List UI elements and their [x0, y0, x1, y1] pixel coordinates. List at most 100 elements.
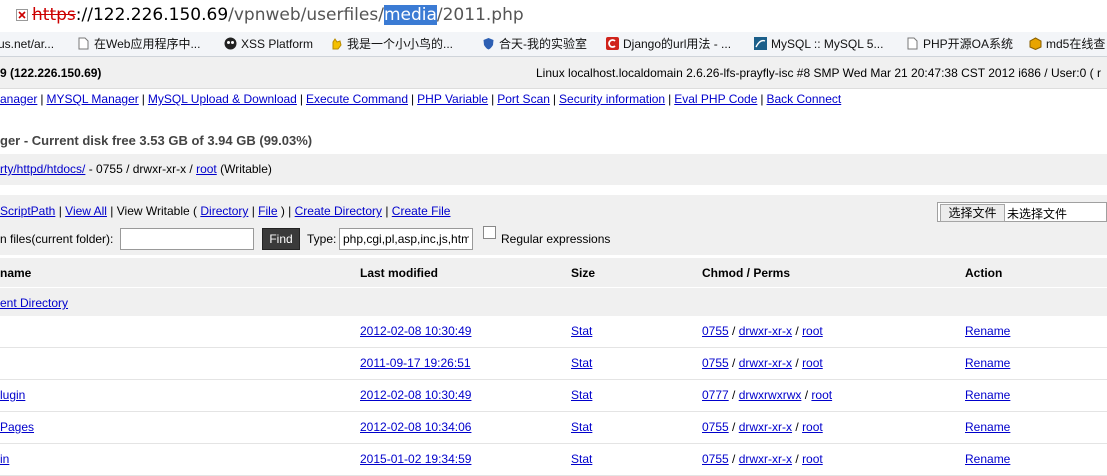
server-uname: Linux localhost.localdomain 2.6.26-lfs-p… [536, 66, 1101, 80]
header-last-modified: Last modified [360, 266, 439, 280]
skull-icon [224, 37, 237, 50]
bookmark-label: PHP开源OA系统 [923, 37, 1014, 51]
bookmark-7[interactable]: MySQL :: MySQL 5... [754, 35, 883, 53]
modified-link[interactable]: 2012-02-08 10:30:49 [360, 388, 471, 402]
nav-security-information[interactable]: Security information [559, 92, 665, 106]
table-row: 2012-02-08 10:30:49 Stat 0755 / drwxr-xr… [0, 316, 1107, 348]
view-writable-label: View Writable ( [116, 204, 198, 218]
table-row: Pages 2012-02-08 10:34:06 Stat 0755 / dr… [0, 412, 1107, 444]
current-path-bar: rty/httpd/htdocs/ - 0755 / drwxr-xr-x / … [0, 154, 1107, 185]
cube-icon [1029, 37, 1042, 50]
bookmark-6[interactable]: Django的url用法 - ... [606, 35, 731, 53]
red-c-icon [606, 37, 619, 50]
find-button[interactable]: Find [262, 228, 300, 250]
regex-label: Regular expressions [501, 232, 611, 246]
bookmark-9[interactable]: md5在线查 [1029, 35, 1105, 53]
script-path-link[interactable]: ScriptPath [0, 204, 55, 218]
header-perms: Chmod / Perms [702, 266, 791, 280]
nav-back-connect[interactable]: Back Connect [767, 92, 842, 106]
header-name: name [0, 266, 32, 280]
view-writable-file-link[interactable]: File [258, 204, 277, 218]
nav-execute-command[interactable]: Execute Command [306, 92, 408, 106]
bookmark-1[interactable]: us.net/ar... [0, 35, 54, 53]
nav-mysql-manager[interactable]: MYSQL Manager [47, 92, 139, 106]
view-writable-directory-link[interactable]: Directory [200, 204, 248, 218]
bookmark-label: XSS Platform [241, 37, 314, 51]
bookmark-label: Django的url用法 - ... [623, 37, 732, 51]
chmod-link[interactable]: 0777 [702, 388, 729, 402]
bookmark-label: 在Web应用程序中... [94, 37, 201, 51]
bookmark-3[interactable]: XSS Platform [224, 35, 313, 53]
view-options: ScriptPath | View All | View Writable ( … [0, 204, 451, 218]
bookmark-label: MySQL :: MySQL 5... [771, 37, 884, 51]
nav-mysql-upload[interactable]: MySQL Upload & Download [148, 92, 297, 106]
bookmark-label: md5在线查 [1046, 37, 1106, 51]
perm-link[interactable]: drwxr-xr-x [739, 324, 792, 338]
search-input[interactable] [120, 228, 254, 250]
file-table: name Last modified Size Chmod / Perms Ac… [0, 258, 1107, 476]
rename-link[interactable]: Rename [965, 420, 1010, 434]
nav-eval-php-code[interactable]: Eval PHP Code [674, 92, 757, 106]
nav-file-manager[interactable]: anager [0, 92, 37, 106]
bookmarks-bar: us.net/ar... 在Web应用程序中... XSS Platform 我… [0, 32, 1107, 57]
path-owner-link[interactable]: root [196, 162, 217, 176]
rename-link[interactable]: Rename [965, 324, 1010, 338]
main-nav: anager | MYSQL Manager | MySQL Upload & Down… [0, 92, 842, 106]
perm-link[interactable]: drwxr-xr-x [739, 356, 792, 370]
url-path: /vpnweb/userfiles/ [228, 5, 384, 25]
owner-link[interactable]: root [802, 356, 823, 370]
parent-directory-link[interactable]: ent Directory [0, 296, 68, 310]
url-text[interactable]: https://122.226.150.69/vpnweb/userfiles/… [32, 5, 524, 25]
address-bar[interactable]: https://122.226.150.69/vpnweb/userfiles/… [0, 0, 1107, 33]
owner-link[interactable]: root [802, 324, 823, 338]
owner-link[interactable]: root [802, 420, 823, 434]
owner-link[interactable]: root [811, 388, 832, 402]
stat-link[interactable]: Stat [571, 420, 592, 434]
bookmark-4[interactable]: 我是一个小小鸟的... [330, 35, 453, 53]
chmod-link[interactable]: 0755 [702, 356, 729, 370]
create-directory-link[interactable]: Create Directory [295, 204, 382, 218]
stat-link[interactable]: Stat [571, 388, 592, 402]
file-upload-input[interactable]: 选择文件 未选择文件 [937, 202, 1107, 222]
perm-link[interactable]: drwxr-xr-x [739, 420, 792, 434]
url-selection: media [383, 5, 437, 25]
tools-panel: ScriptPath | View All | View Writable ( … [0, 195, 1107, 255]
page-icon [78, 37, 89, 50]
perm-link[interactable]: drwxrwxrwx [739, 388, 802, 402]
page-title: ger - Current disk free 3.53 GB of 3.94 … [0, 133, 313, 148]
shield-icon [483, 38, 494, 50]
bookmark-2[interactable]: 在Web应用程序中... [77, 35, 200, 53]
choose-file-button[interactable]: 选择文件 [940, 204, 1005, 222]
rename-link[interactable]: Rename [965, 388, 1010, 402]
modified-link[interactable]: 2011-09-17 19:26:51 [360, 356, 471, 370]
path-writable: (Writable) [216, 162, 272, 176]
url-host: ://122.226.150.69 [75, 5, 229, 25]
modified-link[interactable]: 2012-02-08 10:34:06 [360, 420, 471, 434]
chmod-link[interactable]: 0755 [702, 324, 729, 338]
nav-port-scan[interactable]: Port Scan [497, 92, 550, 106]
bookmark-5[interactable]: 合天-我的实验室 [482, 35, 587, 53]
path-perm: - 0755 / drwxr-xr-x / [85, 162, 197, 176]
file-name-link[interactable]: lugin [0, 388, 25, 402]
rename-link[interactable]: Rename [965, 356, 1010, 370]
table-header: name Last modified Size Chmod / Perms Ac… [0, 258, 1107, 287]
view-all-link[interactable]: View All [65, 204, 107, 218]
bookmark-label: 合天-我的实验室 [499, 37, 587, 51]
search-label: n files(current folder): [0, 232, 114, 246]
mysql-icon [754, 37, 767, 50]
stat-link[interactable]: Stat [571, 356, 592, 370]
nav-php-variable[interactable]: PHP Variable [417, 92, 488, 106]
path-link[interactable]: rty/httpd/htdocs/ [0, 162, 85, 176]
create-file-link[interactable]: Create File [392, 204, 451, 218]
type-input[interactable] [339, 228, 473, 250]
bookmark-8[interactable]: PHP开源OA系统 [906, 35, 1013, 53]
regex-checkbox[interactable] [483, 226, 496, 239]
url-path-end: /2011.php [436, 5, 524, 25]
chmod-link[interactable]: 0755 [702, 420, 729, 434]
no-file-chosen-text: 未选择文件 [1007, 207, 1068, 221]
modified-link[interactable]: 2012-02-08 10:30:49 [360, 324, 471, 338]
stat-link[interactable]: Stat [571, 324, 592, 338]
header-size: Size [571, 266, 596, 280]
page-icon [907, 37, 918, 50]
file-name-link[interactable]: Pages [0, 420, 34, 434]
